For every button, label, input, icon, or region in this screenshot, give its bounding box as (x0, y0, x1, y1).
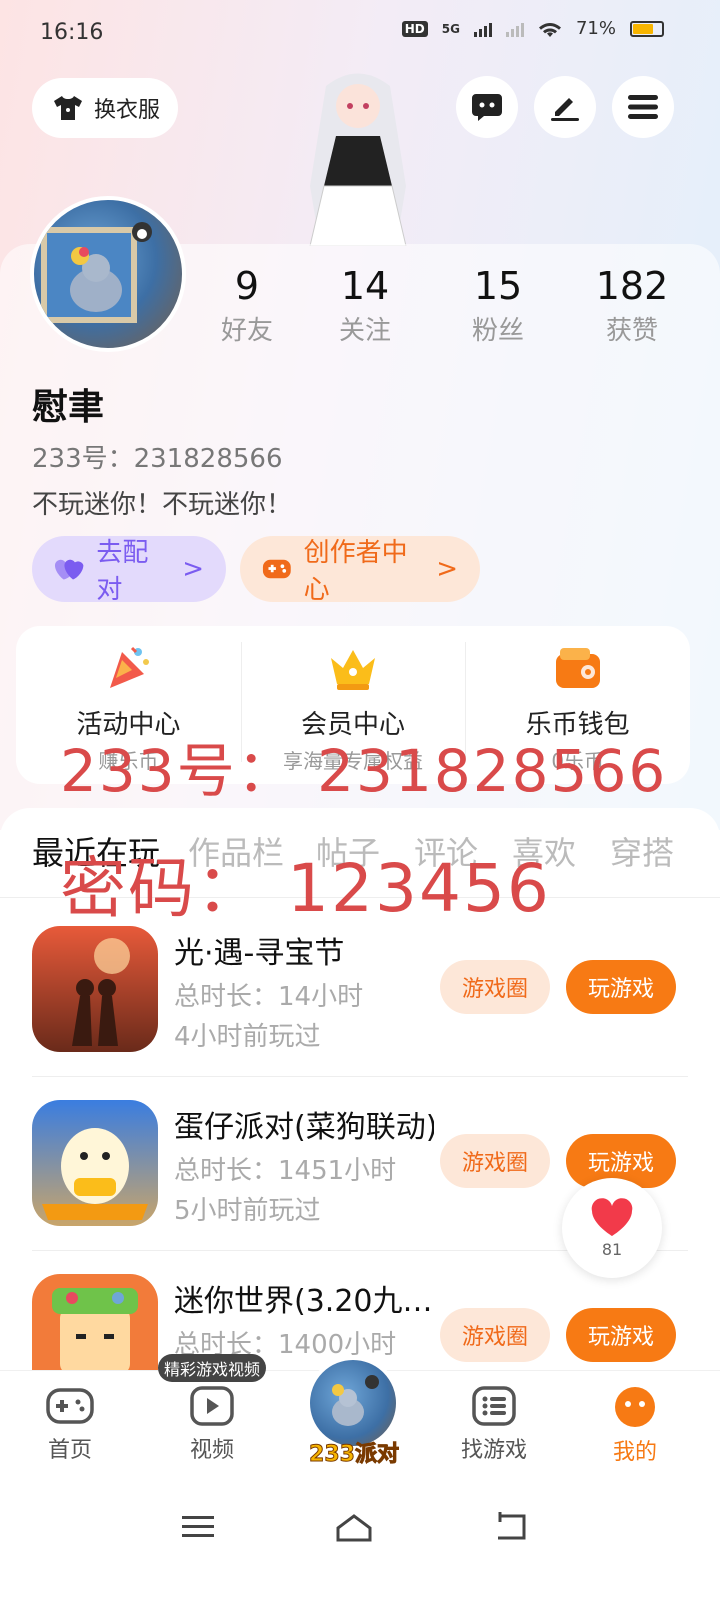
party-avatar-image (332, 1375, 379, 1426)
floating-like-button[interactable]: 81 (562, 1178, 662, 1278)
double-heart-icon (54, 559, 84, 580)
game-circle-button[interactable]: 游戏圈 (440, 1308, 550, 1362)
tshirt-icon (54, 96, 82, 120)
tab-outfits[interactable]: 穿搭 (610, 828, 674, 874)
stat-likes[interactable]: 182 获赞 (572, 262, 692, 347)
stat-label: 关注 (338, 316, 391, 346)
user-id: 233号：231828566 (32, 444, 283, 474)
game-icon-sky (32, 926, 158, 1052)
game-total-time: 总时长：1451小时 (174, 1156, 397, 1186)
stat-label: 好友 (220, 316, 273, 346)
creator-center-label: 创作者中心 (303, 538, 408, 605)
signal-2-icon (505, 21, 524, 37)
game-last-played: 4小时前玩过 (174, 1022, 321, 1052)
change-outfit-button[interactable]: 换衣服 (32, 78, 178, 138)
nav-video[interactable]: 视频 (162, 1386, 262, 1464)
status-time: 16:16 (40, 20, 104, 45)
stat-fans[interactable]: 15 粉丝 (438, 262, 558, 347)
edit-profile-button[interactable] (534, 76, 596, 138)
stat-label: 粉丝 (471, 316, 524, 346)
nav-find-games[interactable]: 找游戏 (444, 1386, 544, 1464)
stat-value: 15 (473, 264, 523, 308)
nav-label: 我的 (612, 1440, 657, 1465)
nav-home[interactable]: 首页 (20, 1386, 120, 1464)
watermark-password: 密码： 123456 (60, 850, 551, 927)
stat-value: 9 (234, 264, 260, 308)
battery-percent: 71% (575, 18, 616, 39)
game-title: 迷你世界(3.20九… (174, 1284, 433, 1319)
entry-title: 乐币钱包 (525, 710, 630, 740)
divider (32, 1076, 688, 1077)
like-count: 81 (601, 1239, 623, 1259)
entry-title: 会员中心 (301, 710, 406, 740)
creator-center-button[interactable]: 创作者中心 > (240, 536, 480, 605)
chat-bubble-icon (472, 94, 502, 121)
game-circle-button[interactable]: 游戏圈 (440, 960, 550, 1014)
user-bio: 不玩迷你！不玩迷你！ (32, 490, 293, 520)
game-title: 光·遇-寻宝节 (174, 936, 345, 971)
edit-pen-icon (551, 98, 579, 121)
signal-icon (473, 21, 492, 37)
menu-button[interactable] (612, 76, 674, 138)
wifi-icon (538, 22, 561, 37)
hamburger-menu-icon (628, 95, 658, 119)
gamepad-icon (262, 559, 291, 579)
video-play-icon (190, 1386, 234, 1426)
game-icon-eggy-party (32, 1100, 158, 1226)
avatar-character-image (309, 73, 407, 246)
back-icon[interactable] (492, 1512, 532, 1542)
heart-icon (591, 1197, 633, 1236)
message-button[interactable] (456, 76, 518, 138)
network-label: 5G (441, 21, 460, 36)
stat-value: 14 (340, 264, 390, 308)
list-icon (472, 1386, 516, 1426)
play-game-button[interactable]: 玩游戏 (566, 1308, 676, 1362)
chevron-right-icon: > (182, 554, 204, 584)
change-outfit-label: 换衣服 (94, 98, 161, 123)
game-title: 蛋仔派对(菜狗联动) (174, 1110, 434, 1145)
game-circle-button[interactable]: 游戏圈 (440, 1134, 550, 1188)
play-game-button[interactable]: 玩游戏 (566, 960, 676, 1014)
crown-icon (331, 650, 375, 690)
video-tooltip: 精彩游戏视频 (158, 1354, 266, 1382)
match-button[interactable]: 去配对 > (32, 536, 226, 605)
gamepad-icon (46, 1388, 94, 1424)
nav-label: 视频 (189, 1438, 234, 1463)
nav-233-party-label: 233派对 (309, 1442, 400, 1468)
me-face-icon (615, 1387, 655, 1427)
party-popper-icon (110, 646, 150, 688)
stat-value: 182 (595, 264, 669, 308)
stat-friends[interactable]: 9 好友 (187, 262, 307, 347)
nav-me[interactable]: 我的 (585, 1386, 685, 1466)
chevron-right-icon: > (436, 554, 458, 584)
recent-apps-icon[interactable] (178, 1512, 218, 1542)
stat-following[interactable]: 14 关注 (305, 262, 425, 347)
nav-label: 首页 (47, 1438, 92, 1463)
wallet-icon (555, 648, 600, 688)
nav-label: 找游戏 (460, 1438, 527, 1463)
game-last-played: 5小时前玩过 (174, 1196, 321, 1226)
avatar-picture (41, 222, 152, 323)
game-total-time: 总时长：14小时 (174, 982, 364, 1012)
game-row[interactable]: 光·遇-寻宝节 总时长：14小时 4小时前玩过 游戏圈 玩游戏 (0, 926, 720, 1100)
entry-title: 活动中心 (76, 710, 181, 740)
stat-label: 获赞 (605, 316, 658, 346)
battery-icon (630, 20, 664, 37)
hd-badge: HD (401, 20, 428, 37)
user-name: 慰聿 (32, 387, 105, 428)
match-label: 去配对 (96, 538, 149, 605)
watermark-account: 233号： 231828566 (60, 737, 668, 805)
status-bar: 16:16 HD 5G 71% (0, 0, 720, 66)
user-avatar[interactable] (30, 196, 186, 352)
home-icon[interactable] (334, 1512, 374, 1542)
